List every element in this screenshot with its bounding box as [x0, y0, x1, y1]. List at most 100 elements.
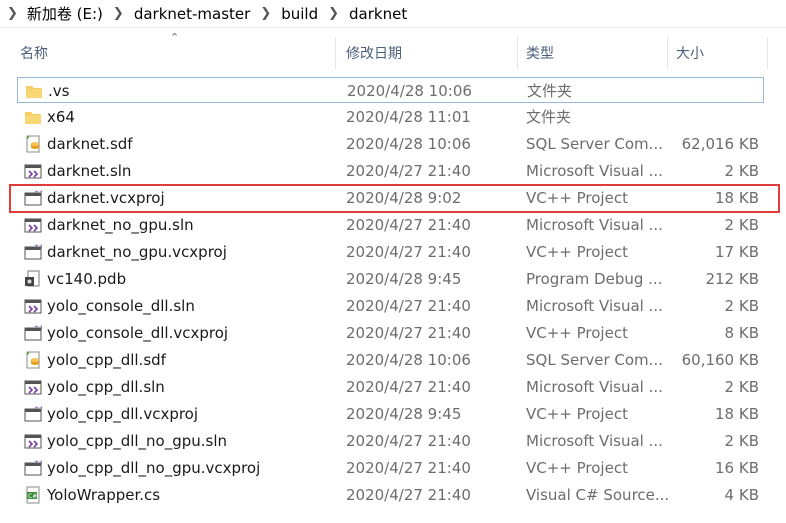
file-type: Microsoft Visual ...: [526, 297, 663, 315]
file-row[interactable]: ++ yolo_cpp_dll_no_gpu.vcxproj 2020/4/27 2…: [17, 455, 764, 481]
column-header-size-label: 大小: [676, 46, 704, 62]
breadcrumb-item-darknet[interactable]: darknet: [349, 5, 407, 23]
file-row[interactable]: ++ yolo_cpp_dll.vcxproj 2020/4/28 9:45 VC++…: [17, 401, 764, 427]
column-header-date[interactable]: 修改日期: [346, 37, 516, 69]
file-name: yolo_cpp_dll_no_gpu.sln: [47, 432, 228, 450]
chevron-right-icon[interactable]: ❯: [113, 6, 124, 21]
column-divider[interactable]: [767, 37, 768, 69]
sln-file-icon: [24, 297, 42, 315]
file-row[interactable]: darknet.sln 2020/4/27 21:40 Microsoft Visu…: [17, 158, 764, 184]
file-date: 2020/4/27 21:40: [346, 378, 471, 396]
column-header-name-label: 名称: [20, 46, 48, 62]
file-size: [668, 78, 760, 104]
file-type: Microsoft Visual ...: [526, 432, 663, 450]
file-size: 2 KB: [724, 432, 759, 450]
sln-file-icon: [24, 162, 42, 180]
file-name: darknet_no_gpu.vcxproj: [47, 243, 227, 261]
file-type: VC++ Project: [526, 243, 628, 261]
pdb-file-icon: [24, 270, 42, 288]
sdf-file-icon: [24, 351, 42, 369]
chevron-right-icon[interactable]: ❯: [260, 6, 271, 21]
column-header-date-label: 修改日期: [346, 46, 402, 62]
file-type: VC++ Project: [526, 189, 628, 207]
file-size: 18 KB: [715, 405, 759, 423]
file-size: 18 KB: [715, 189, 759, 207]
file-row[interactable]: ++ darknet.vcxproj 2020/4/28 9:02 VC++ Proj…: [17, 185, 764, 211]
vcxproj-file-icon: ++: [24, 189, 44, 207]
column-divider[interactable]: [517, 37, 518, 69]
file-size: 60,160 KB: [681, 351, 759, 369]
vcxproj-file-icon: ++: [24, 405, 44, 423]
file-type: Visual C# Source...: [526, 486, 670, 504]
file-size: 4 KB: [724, 486, 759, 504]
file-row[interactable]: yolo_console_dll.sln 2020/4/27 21:40 Micro…: [17, 293, 764, 319]
file-row[interactable]: .vs 2020/4/28 10:06 文件夹: [17, 77, 764, 103]
file-size: 2 KB: [724, 162, 759, 180]
folder-icon: [25, 82, 43, 100]
file-date: 2020/4/27 21:40: [346, 297, 471, 315]
file-name: yolo_console_dll.vcxproj: [47, 324, 229, 342]
file-type: 文件夹: [526, 108, 572, 126]
file-type: Microsoft Visual ...: [526, 216, 663, 234]
folder-icon: [24, 108, 42, 126]
file-type: Microsoft Visual ...: [526, 162, 663, 180]
file-date: 2020/4/28 9:45: [346, 270, 462, 288]
breadcrumb-item-build[interactable]: build: [281, 5, 318, 23]
breadcrumb-item-drive[interactable]: 新加卷 (E:): [27, 3, 103, 24]
file-row[interactable]: C# YoloWrapper.cs 2020/4/27 21:40 Visual C#…: [17, 482, 764, 508]
file-date: 2020/4/27 21:40: [346, 486, 471, 504]
file-date: 2020/4/27 21:40: [346, 243, 471, 261]
file-row[interactable]: yolo_cpp_dll.sdf 2020/4/28 10:06 SQL Serve…: [17, 347, 764, 373]
file-type: VC++ Project: [526, 459, 628, 477]
column-divider[interactable]: [667, 37, 668, 69]
file-name: darknet_no_gpu.sln: [47, 216, 194, 234]
breadcrumb-item-darknet-master[interactable]: darknet-master: [134, 5, 251, 23]
file-row[interactable]: x64 2020/4/28 11:01 文件夹: [17, 104, 764, 130]
file-date: 2020/4/27 21:40: [346, 324, 471, 342]
file-row[interactable]: darknet_no_gpu.sln 2020/4/27 21:40 Microso…: [17, 212, 764, 238]
file-size: 2 KB: [724, 378, 759, 396]
svg-text:++: ++: [34, 189, 42, 196]
file-size: 62,016 KB: [681, 135, 759, 153]
file-name: yolo_cpp_dll_no_gpu.vcxproj: [47, 459, 261, 477]
file-type: VC++ Project: [526, 405, 628, 423]
file-size: 212 KB: [705, 270, 759, 288]
file-date: 2020/4/28 10:06: [347, 82, 472, 100]
file-row[interactable]: ++ yolo_console_dll.vcxproj 2020/4/27 21:4…: [17, 320, 764, 346]
column-header-type-label: 类型: [526, 46, 554, 62]
file-date: 2020/4/28 9:45: [346, 405, 462, 423]
chevron-right-icon[interactable]: ❯: [328, 6, 339, 21]
file-row[interactable]: vc140.pdb 2020/4/28 9:45 Program Debug ...…: [17, 266, 764, 292]
file-type: 文件夹: [527, 82, 573, 100]
svg-text:++: ++: [34, 324, 42, 331]
file-row[interactable]: yolo_cpp_dll_no_gpu.sln 2020/4/27 21:40 Mi…: [17, 428, 764, 454]
file-type: VC++ Project: [526, 324, 628, 342]
column-header-name[interactable]: 名称: [20, 37, 335, 69]
file-name: yolo_cpp_dll.sln: [47, 378, 165, 396]
column-header-size[interactable]: 大小: [676, 37, 766, 69]
column-header-type[interactable]: 类型: [526, 37, 666, 69]
chevron-right-icon[interactable]: ❯: [7, 6, 18, 21]
file-row[interactable]: yolo_cpp_dll.sln 2020/4/27 21:40 Microsoft…: [17, 374, 764, 400]
file-name: .vs: [48, 82, 70, 100]
file-row[interactable]: darknet.sdf 2020/4/28 10:06 SQL Server Com…: [17, 131, 764, 157]
svg-text:++: ++: [34, 243, 42, 250]
file-date: 2020/4/27 21:40: [346, 459, 471, 477]
file-size: 2 KB: [724, 216, 759, 234]
file-size: 17 KB: [715, 243, 759, 261]
file-date: 2020/4/28 10:06: [346, 351, 471, 369]
file-name: darknet.sdf: [47, 135, 133, 153]
file-size: 16 KB: [715, 459, 759, 477]
column-divider[interactable]: [335, 37, 336, 69]
file-row[interactable]: ++ darknet_no_gpu.vcxproj 2020/4/27 21:40 V…: [17, 239, 764, 265]
file-date: 2020/4/28 11:01: [346, 108, 471, 126]
sln-file-icon: [24, 378, 42, 396]
file-type: Program Debug ...: [526, 270, 663, 288]
file-type: SQL Server Com...: [526, 351, 663, 369]
sln-file-icon: [24, 432, 42, 450]
sdf-file-icon: [24, 135, 42, 153]
file-size: 2 KB: [724, 297, 759, 315]
file-date: 2020/4/27 21:40: [346, 432, 471, 450]
column-header: ⌃ 名称 修改日期 类型 大小: [0, 31, 786, 69]
file-name: YoloWrapper.cs: [47, 486, 161, 504]
